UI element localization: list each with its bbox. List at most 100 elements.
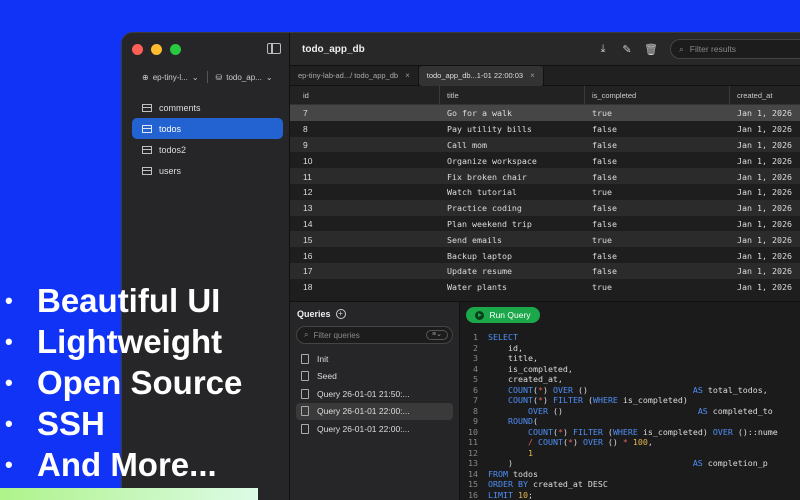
code-text: created_at, [488,374,563,384]
line-number: 10 [468,426,478,437]
cell-is_completed: true [592,282,612,293]
close-window-button[interactable] [132,44,143,55]
column-header-id[interactable]: id [290,86,440,104]
code-line: 5 created_at, [460,374,800,385]
cell-is_completed: false [592,266,617,277]
table-row[interactable]: 18 Water plants true Jan 1, 2026 [290,279,800,295]
sidebar-toggle-icon[interactable] [267,43,281,54]
run-query-button[interactable]: Run Query [466,307,540,323]
cell-is_completed: false [592,124,617,135]
window-controls [132,44,181,55]
line-number: 8 [473,405,478,416]
query-list-item[interactable]: Query 26-01-01 22:00:... [296,402,453,420]
document-icon [301,371,309,382]
titlebar: todo_app_db ⤓ ✎ 🗑 ⌕ Filter results [290,33,800,66]
tab-label: ep-tiny-lab-ad.../ todo_app_db [298,71,399,80]
cell-is_completed: false [592,155,617,166]
cell-is_completed: false [592,218,617,229]
sidebar-item-todos[interactable]: todos [132,118,283,139]
download-icon[interactable]: ⤓ [594,41,612,58]
sql-editor[interactable]: Run Query 1 SELECT 2 id, 3 title, 4 is_compl… [460,302,800,500]
query-tab[interactable]: ep-tiny-lab-ad.../ todo_app_db × [290,65,419,86]
cell-created_at: Jan 1, 2026 [737,282,792,293]
bullet-point: • [5,328,13,354]
feature-text: Lightweight [37,322,223,360]
feature-text: SSH [37,404,105,442]
connection-selector[interactable]: ⊕ ep-tiny-l... ⌄ ⛁ todo_ap... ⌄ [142,71,273,83]
query-tab[interactable]: todo_app_db...1-01 22:00:03 × [418,65,544,86]
table-row[interactable]: 13 Practice coding false Jan 1, 2026 [290,199,800,216]
globe-icon: ⊕ [142,72,149,82]
search-icon: ⌕ [304,330,309,339]
table-row[interactable]: 10 Organize workspace false Jan 1, 2026 [290,152,800,168]
close-tab-icon[interactable]: × [405,71,410,80]
table-row[interactable]: 9 Call mom false Jan 1, 2026 [290,136,800,153]
code-text: is_completed, [488,363,573,374]
sidebar-item-label: comments [159,102,201,113]
document-icon [301,388,309,399]
query-list-item[interactable]: Query 26-01-01 21:50:... [296,385,453,403]
cell-title: Water plants [447,282,507,293]
add-query-icon[interactable]: + [335,309,346,319]
filter-results-input[interactable]: ⌕ Filter results [670,39,800,59]
table-row[interactable]: 8 Pay utility bills false Jan 1, 2026 [290,121,800,137]
code-line: 16 LIMIT 10; [460,490,800,500]
sidebar-item-users[interactable]: users [132,160,283,181]
sidebar-item-comments[interactable]: comments [132,97,283,118]
document-icon [301,353,309,364]
table-icon [142,124,152,133]
filter-placeholder: Filter results [689,44,737,54]
line-number: 11 [468,437,478,447]
trash-icon[interactable]: 🗑 [642,41,660,58]
table-row[interactable]: 17 Update resume false Jan 1, 2026 [290,262,800,279]
column-header-is_completed[interactable]: is_completed [585,86,730,104]
column-header-created_at[interactable]: created_at [730,86,800,104]
minimize-window-button[interactable] [151,44,162,55]
table-row[interactable]: 15 Send emails true Jan 1, 2026 [290,231,800,248]
table-row[interactable]: 11 Fix broken chair false Jan 1, 2026 [290,168,800,184]
edit-icon[interactable]: ✎ [618,41,636,58]
cell-id: 14 [303,218,313,229]
code-text: LIMIT 10; [488,489,533,500]
sidebar-item-label: todos2 [159,144,187,155]
line-number: 9 [473,416,478,426]
query-list-item[interactable]: Query 26-01-01 22:00:... [296,420,453,438]
cell-id: 11 [303,171,312,182]
zoom-window-button[interactable] [170,44,181,55]
feature-text: Open Source [37,363,243,401]
table-row[interactable]: 14 Plan weekend trip false Jan 1, 2026 [290,216,800,232]
column-header-title[interactable]: title [440,86,585,104]
table-list: comments todos todos2 users [132,97,283,181]
feature-item: • Open Source [5,362,242,403]
code-text: ROUND( [507,416,538,426]
line-number: 4 [473,363,478,374]
cell-created_at: Jan 1, 2026 [737,187,792,198]
table-row[interactable]: 7 Go for a walk true Jan 1, 2026 [290,105,800,121]
chevron-down-icon: ⌄ [191,72,199,82]
cell-id: 16 [303,250,313,261]
bullet-point: • [5,410,13,436]
filter-queries-input[interactable]: ⌕ Filter queries ≡⌄ [296,326,453,344]
cell-title: Update resume [447,266,512,277]
cell-created_at: Jan 1, 2026 [737,203,792,214]
cell-title: Call mom [447,139,487,150]
code-line: 14 FROM todos [460,469,800,480]
cell-created_at: Jan 1, 2026 [737,108,792,119]
database-icon: ⛁ [215,72,223,82]
code-area[interactable]: 1 SELECT 2 id, 3 title, 4 is_completed, 5 cre… [460,332,800,500]
table-row[interactable]: 12 Watch tutorial true Jan 1, 2026 [290,184,800,200]
filter-options-icon[interactable]: ≡⌄ [426,330,448,340]
query-list-item[interactable]: Init [296,350,453,368]
sidebar-item-todos2[interactable]: todos2 [132,139,283,160]
close-tab-icon[interactable]: × [530,71,535,80]
feature-text: And More... [37,445,217,483]
cell-title: Practice coding [447,203,522,214]
code-line: 7 COUNT(*) FILTER (WHERE is_completed) [460,395,800,406]
line-number: 1 [473,332,478,342]
table-icon [142,103,152,112]
code-line: 3 title, [460,353,800,364]
table-row[interactable]: 16 Backup laptop false Jan 1, 2026 [290,247,800,263]
code-text: FROM todos [488,468,538,479]
query-list-item[interactable]: Seed [296,368,453,386]
code-text: / COUNT(*) OVER () * 100, [527,437,653,447]
